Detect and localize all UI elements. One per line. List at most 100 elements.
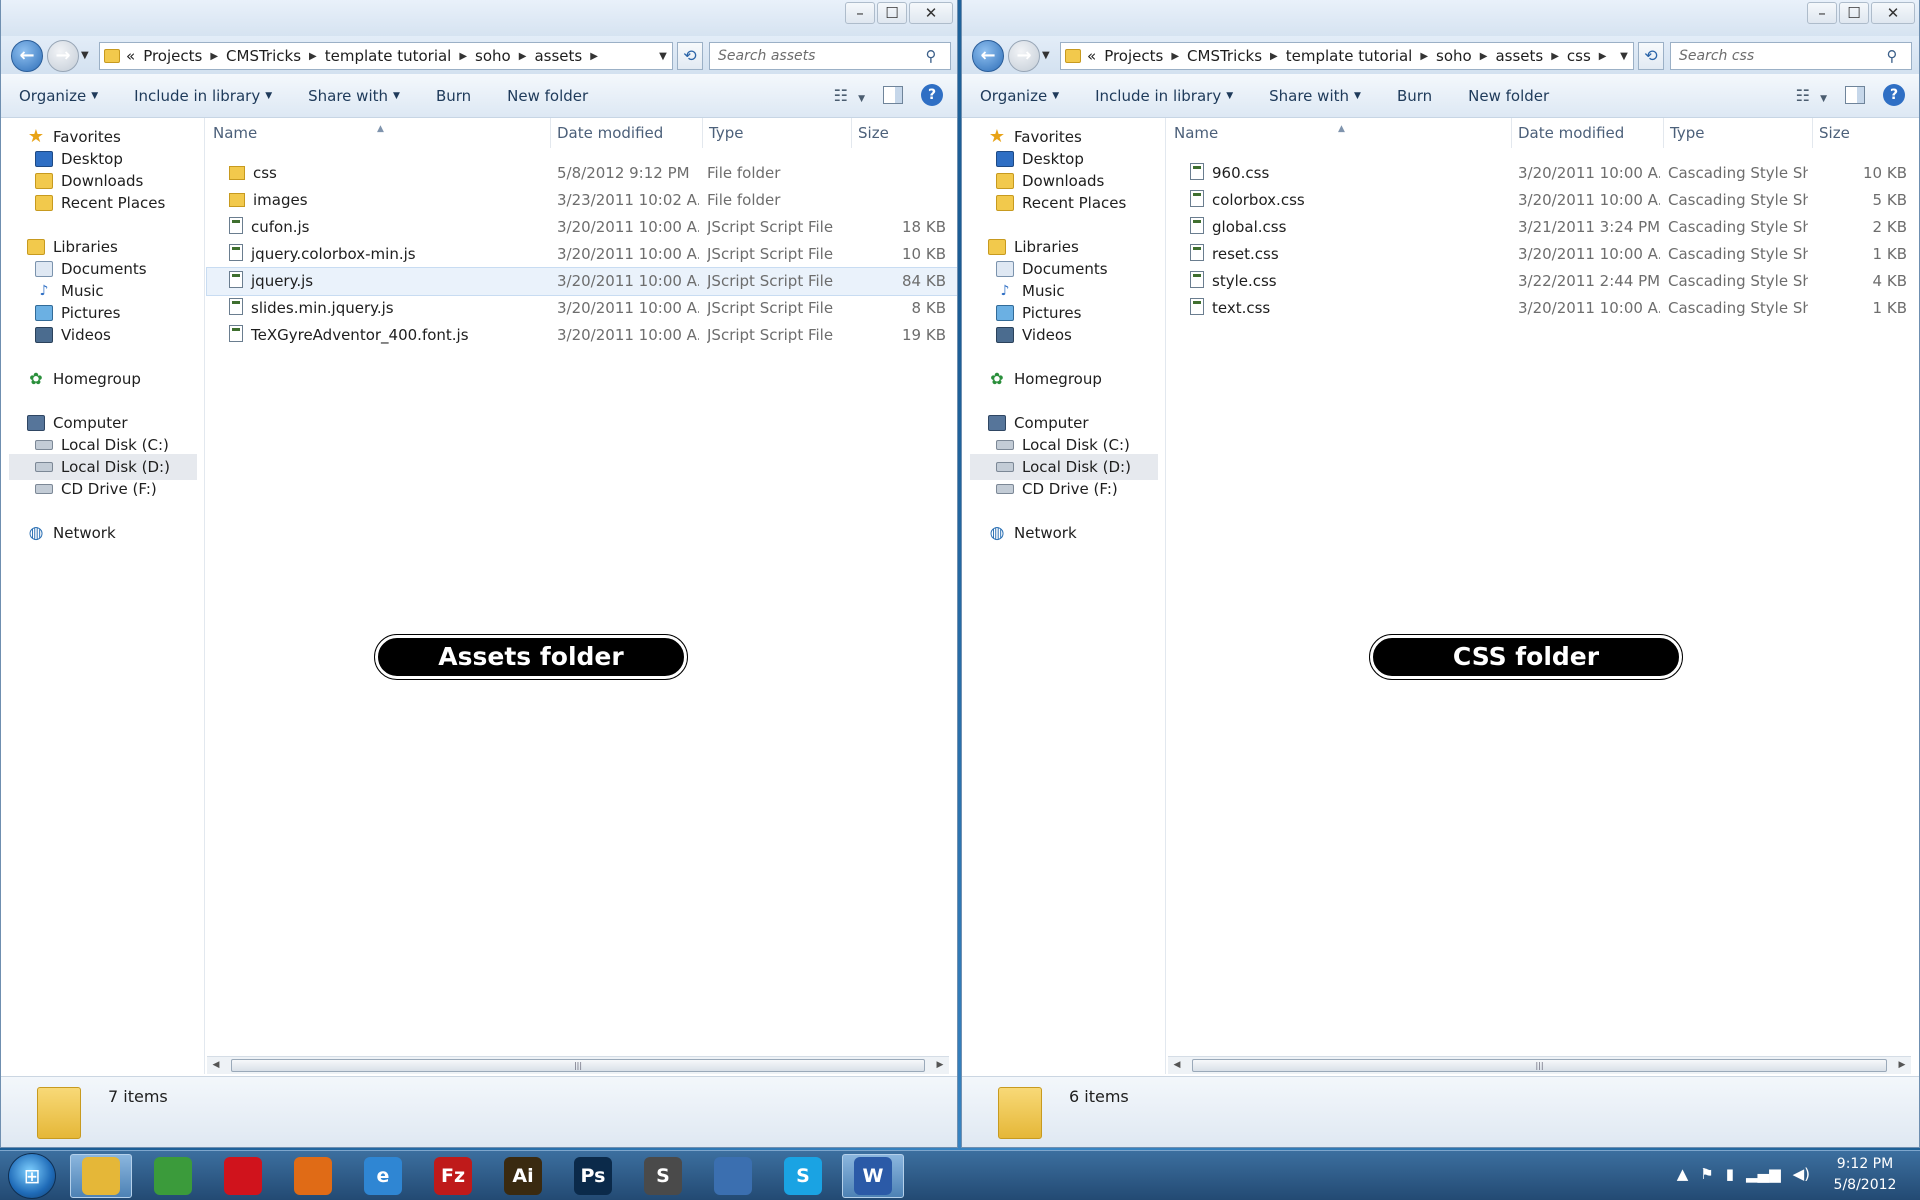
breadcrumb-separator-icon[interactable]: ▶ bbox=[519, 51, 527, 62]
breadcrumb-item[interactable]: soho bbox=[475, 47, 511, 65]
title-bar[interactable]: – ☐ ✕ bbox=[962, 0, 1919, 36]
taskbar-app-chrome[interactable] bbox=[142, 1154, 204, 1198]
file-row[interactable]: jquery.colorbox-min.js 3/20/2011 10:00 A.… bbox=[207, 241, 957, 268]
breadcrumb-separator-icon[interactable]: ▶ bbox=[590, 51, 598, 62]
include-in-library-button[interactable]: Include in library ▼ bbox=[134, 87, 272, 105]
change-view-button[interactable]: ☷ ▼ bbox=[834, 86, 865, 105]
network-signal-icon[interactable]: ▂▄▆ bbox=[1746, 1165, 1781, 1183]
file-row[interactable]: slides.min.jquery.js 3/20/2011 10:00 A...… bbox=[207, 295, 957, 322]
file-row[interactable]: 960.css 3/20/2011 10:00 A... Cascading Sty… bbox=[1168, 160, 1919, 187]
nav-item-network[interactable]: ◍ Network bbox=[9, 520, 197, 546]
breadcrumb-item[interactable]: CMSTricks bbox=[226, 47, 301, 65]
taskbar-app-opera[interactable] bbox=[212, 1154, 274, 1198]
column-header-size[interactable]: Size bbox=[852, 118, 952, 148]
start-button[interactable]: ⊞ bbox=[8, 1153, 56, 1199]
search-icon[interactable]: ⚲ bbox=[920, 47, 942, 65]
help-button[interactable]: ? bbox=[921, 84, 943, 106]
new-folder-button[interactable]: New folder bbox=[507, 87, 588, 105]
breadcrumb-separator-icon[interactable]: ▶ bbox=[1480, 51, 1488, 62]
breadcrumb-separator-icon[interactable]: ▶ bbox=[210, 51, 218, 62]
search-icon[interactable]: ⚲ bbox=[1881, 47, 1903, 65]
scroll-right-button[interactable]: ▶ bbox=[1893, 1057, 1911, 1074]
breadcrumb-separator-icon[interactable]: ▶ bbox=[1599, 51, 1607, 62]
change-view-button[interactable]: ☷ ▼ bbox=[1796, 86, 1827, 105]
breadcrumb-separator-icon[interactable]: ▶ bbox=[1171, 51, 1179, 62]
forward-button[interactable]: → bbox=[1008, 40, 1040, 72]
taskbar-app-sublime[interactable]: S bbox=[632, 1154, 694, 1198]
minimize-button[interactable]: – bbox=[845, 2, 875, 24]
burn-button[interactable]: Burn bbox=[436, 87, 471, 105]
taskbar-app-word[interactable]: W bbox=[842, 1154, 904, 1198]
taskbar-app-photoshop[interactable]: Ps bbox=[562, 1154, 624, 1198]
recent-pages-button[interactable]: ▼ bbox=[81, 50, 89, 61]
volume-icon[interactable]: ◀) bbox=[1793, 1165, 1810, 1183]
nav-item-cd-drive-f[interactable]: CD Drive (F:) bbox=[9, 476, 197, 502]
column-header-size[interactable]: Size bbox=[1813, 118, 1913, 148]
breadcrumb-separator-icon[interactable]: ▶ bbox=[1420, 51, 1428, 62]
nav-item-videos[interactable]: Videos bbox=[9, 322, 197, 348]
file-row[interactable]: text.css 3/20/2011 10:00 A... Cascading St… bbox=[1168, 295, 1919, 322]
taskbar-app-illustrator[interactable]: Ai bbox=[492, 1154, 554, 1198]
search-input[interactable] bbox=[1671, 48, 1881, 64]
taskbar-app-windows-explorer[interactable] bbox=[70, 1154, 132, 1198]
scrollbar-thumb[interactable]: ||| bbox=[231, 1059, 925, 1072]
organize-button[interactable]: Organize ▼ bbox=[980, 87, 1059, 105]
taskbar-app-skype[interactable]: S bbox=[772, 1154, 834, 1198]
scroll-left-button[interactable]: ◀ bbox=[1168, 1057, 1186, 1074]
recent-pages-button[interactable]: ▼ bbox=[1042, 50, 1050, 61]
file-row[interactable]: style.css 3/22/2011 2:44 PM Cascading Styl… bbox=[1168, 268, 1919, 295]
taskbar-app-firefox[interactable] bbox=[282, 1154, 344, 1198]
column-header-date[interactable]: Date modified bbox=[551, 118, 703, 148]
address-dropdown-button[interactable]: ▼ bbox=[1615, 51, 1633, 62]
taskbar-app-filezilla[interactable]: Fz bbox=[422, 1154, 484, 1198]
nav-item-recent-places[interactable]: Recent Places bbox=[9, 190, 197, 216]
close-button[interactable]: ✕ bbox=[909, 2, 953, 24]
breadcrumb-item[interactable]: template tutorial bbox=[1286, 47, 1413, 65]
file-row[interactable]: images 3/23/2011 10:02 A... File folder bbox=[207, 187, 957, 214]
column-header-date[interactable]: Date modified bbox=[1512, 118, 1664, 148]
horizontal-scrollbar[interactable]: ◀ ||| ▶ bbox=[1168, 1056, 1911, 1074]
share-with-button[interactable]: Share with ▼ bbox=[308, 87, 400, 105]
help-button[interactable]: ? bbox=[1883, 84, 1905, 106]
address-bar[interactable]: « Projects ▶ CMSTricks ▶ template tutorial ▶ so… bbox=[99, 42, 673, 70]
nav-item-homegroup[interactable]: ✿ Homegroup bbox=[970, 366, 1158, 392]
preview-pane-button[interactable] bbox=[883, 86, 903, 104]
preview-pane-button[interactable] bbox=[1845, 86, 1865, 104]
new-folder-button[interactable]: New folder bbox=[1468, 87, 1549, 105]
file-row[interactable]: TeXGyreAdventor_400.font.js 3/20/2011 10:… bbox=[207, 322, 957, 349]
minimize-button[interactable]: – bbox=[1807, 2, 1837, 24]
removable-device-icon[interactable]: ▮ bbox=[1726, 1165, 1734, 1183]
clock[interactable]: 9:12 PM 5/8/2012 bbox=[1820, 1154, 1910, 1196]
nav-item-homegroup[interactable]: ✿ Homegroup bbox=[9, 366, 197, 392]
flag-icon[interactable]: ⚑ bbox=[1700, 1165, 1713, 1183]
breadcrumb-separator-icon[interactable]: ▶ bbox=[1551, 51, 1559, 62]
file-row[interactable]: reset.css 3/20/2011 10:00 A... Cascading S… bbox=[1168, 241, 1919, 268]
search-input[interactable] bbox=[710, 48, 920, 64]
file-row[interactable]: css 5/8/2012 9:12 PM File folder bbox=[207, 160, 957, 187]
address-dropdown-button[interactable]: ▼ bbox=[654, 51, 672, 62]
title-bar[interactable]: – ☐ ✕ bbox=[1, 0, 957, 36]
burn-button[interactable]: Burn bbox=[1397, 87, 1432, 105]
maximize-button[interactable]: ☐ bbox=[1839, 2, 1869, 24]
breadcrumb-item[interactable]: css bbox=[1567, 47, 1591, 65]
horizontal-scrollbar[interactable]: ◀ ||| ▶ bbox=[207, 1056, 949, 1074]
column-header-name[interactable]: Name ▲ bbox=[207, 118, 551, 148]
breadcrumb-item[interactable]: assets bbox=[534, 47, 582, 65]
nav-item-cd-drive-f[interactable]: CD Drive (F:) bbox=[970, 476, 1158, 502]
file-row[interactable]: jquery.js 3/20/2011 10:00 A... JScript Scr… bbox=[206, 267, 957, 296]
forward-button[interactable]: → bbox=[47, 40, 79, 72]
show-hidden-icons-button[interactable]: ▲ bbox=[1677, 1165, 1689, 1183]
breadcrumb-separator-icon[interactable]: ▶ bbox=[1270, 51, 1278, 62]
refresh-button[interactable]: ⟲ bbox=[677, 42, 703, 70]
breadcrumb-item[interactable]: soho bbox=[1436, 47, 1472, 65]
breadcrumb-item[interactable]: Projects bbox=[1104, 47, 1163, 65]
nav-item-recent-places[interactable]: Recent Places bbox=[970, 190, 1158, 216]
refresh-button[interactable]: ⟲ bbox=[1638, 42, 1664, 70]
breadcrumb-separator-icon[interactable]: ▶ bbox=[459, 51, 467, 62]
include-in-library-button[interactable]: Include in library ▼ bbox=[1095, 87, 1233, 105]
scroll-left-button[interactable]: ◀ bbox=[207, 1057, 225, 1074]
scrollbar-thumb[interactable]: ||| bbox=[1192, 1059, 1887, 1072]
breadcrumb-overflow-button[interactable]: « bbox=[1087, 47, 1096, 65]
breadcrumb-item[interactable]: CMSTricks bbox=[1187, 47, 1262, 65]
scroll-right-button[interactable]: ▶ bbox=[931, 1057, 949, 1074]
